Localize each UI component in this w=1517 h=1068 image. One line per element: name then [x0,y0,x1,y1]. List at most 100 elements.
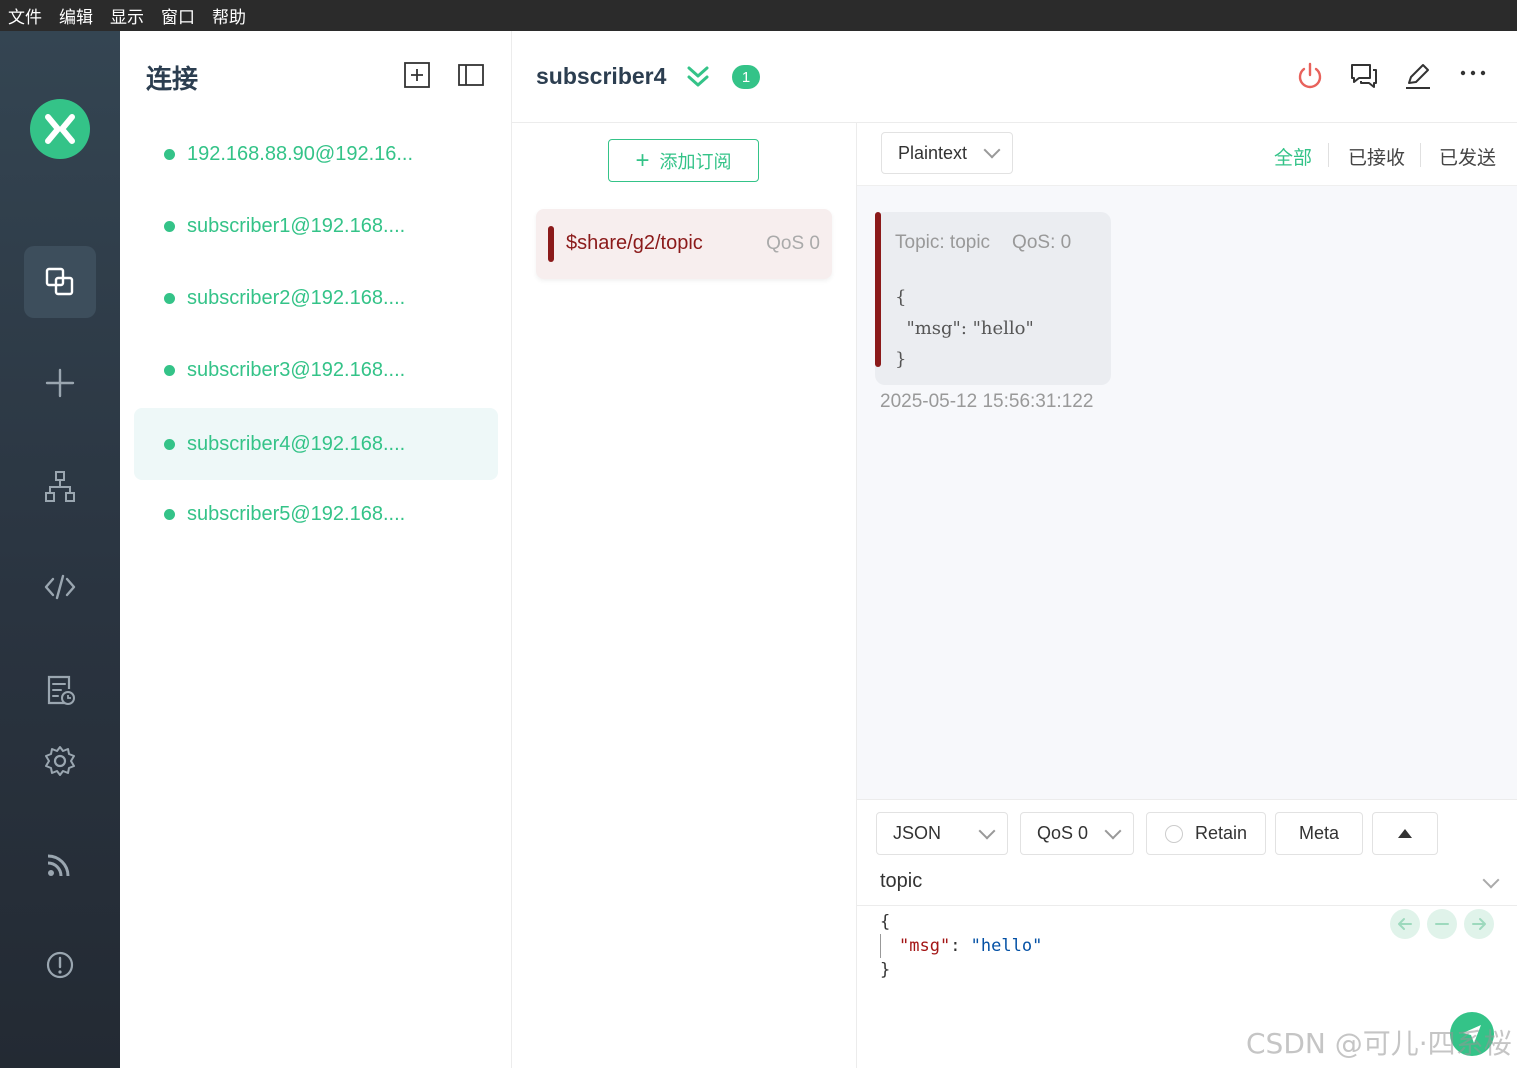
payload-line: { [880,910,1042,934]
history-next-button[interactable] [1464,909,1494,939]
message-toolbar: Plaintext 全部 已接收 已发送 [857,123,1517,186]
expand-button[interactable] [1372,812,1438,855]
retain-label: Retain [1194,823,1248,843]
disconnect-icon[interactable] [1295,61,1325,91]
new-folder-icon[interactable] [403,61,431,89]
arrow-left-icon [1398,918,1412,930]
status-dot [164,148,175,160]
toggle-panel-icon[interactable] [457,61,485,89]
connection-item[interactable]: subscriber1@192.168.... [134,190,498,262]
chevron-down-icon [978,822,996,839]
connection-name: subscriber4@192.168.... [187,432,406,455]
publish-qos-select[interactable]: QoS 0 [1020,812,1134,855]
subscriptions-panel: + 添加订阅 $share/g2/topic QoS 0 [512,123,857,1068]
connection-name: subscriber2@192.168.... [187,286,406,309]
chevron-down-icon [983,141,1001,159]
connections-title: 连接 [146,65,199,95]
connection-header: subscriber4 1 [512,31,1517,123]
message-meta: Topic: topic QoS: 0 [895,232,1071,254]
payload-brace: { [880,912,891,932]
menu-window[interactable]: 窗口 [161,3,195,28]
new-connection-icon[interactable] [24,347,96,419]
message-topic: Topic: topic [895,232,991,253]
connection-item[interactable]: 192.168.88.90@192.16... [134,118,498,190]
meta-button[interactable]: Meta [1275,812,1363,855]
connection-name: 192.168.88.90@192.16... [187,142,414,165]
arrow-right-icon [1472,918,1486,930]
chevron-down-icon[interactable] [1482,871,1500,889]
payload-colon: : [950,936,971,956]
edit-icon[interactable] [1403,61,1433,91]
retain-toggle[interactable]: Retain [1146,812,1266,855]
subscription-qos: QoS 0 [766,233,820,254]
meta-label: Meta [1298,823,1340,843]
retain-radio [1164,824,1183,843]
publish-topic-input[interactable]: topic [880,870,922,893]
connections-panel: 连接 192.168.88.90@192.16... subscriber1@1… [120,31,512,1068]
status-dot [164,364,175,376]
publish-format-value: JSON [893,823,942,843]
connection-item[interactable]: subscriber3@192.168.... [134,334,498,406]
connections-icon[interactable] [24,246,96,318]
connection-name: subscriber5@192.168.... [187,502,406,525]
history-prev-button[interactable] [1390,909,1420,939]
subscription-item[interactable]: $share/g2/topic QoS 0 [536,209,832,279]
payload-line: } [880,958,1042,982]
message-count-badge: 1 [732,65,760,89]
payload-format-value: Plaintext [898,142,968,163]
payload-line: "msg": "hello" [880,934,1042,958]
connection-item-active[interactable]: subscriber4@192.168.... [134,408,498,480]
payload-editor[interactable]: { "msg": "hello" } [880,910,1042,982]
filter-all[interactable]: 全部 [1274,143,1312,170]
menu-view[interactable]: 显示 [110,3,144,28]
minus-icon [1435,923,1449,925]
publish-qos-value: QoS 0 [1037,823,1089,843]
status-dot [164,220,175,232]
connection-item[interactable]: subscriber2@192.168.... [134,262,498,334]
message-bubble[interactable]: Topic: topic QoS: 0 { "msg": "hello" } [875,212,1111,385]
topology-icon[interactable] [24,450,96,522]
menu-help[interactable]: 帮助 [212,3,246,28]
filter-separator [1328,143,1329,167]
collapse-chevron-icon[interactable] [686,64,710,90]
filter-sent[interactable]: 已发送 [1439,143,1496,170]
indent-guide [880,934,881,958]
connection-item[interactable]: subscriber5@192.168.... [134,478,498,550]
message-color-bar [875,212,881,367]
about-icon[interactable] [24,929,96,1001]
payload-brace: } [880,960,891,980]
menu-edit[interactable]: 编辑 [59,3,93,28]
message-qos: QoS: 0 [1012,232,1072,253]
menubar: 文件 编辑 显示 窗口 帮助 [0,0,1517,31]
payload-format-select[interactable]: Plaintext [881,132,1013,174]
new-window-icon[interactable] [1349,61,1379,91]
message-time: 2025-05-12 15:56:31:122 [880,391,1094,412]
chevron-down-icon [1104,822,1122,839]
message-list: Topic: topic QoS: 0 { "msg": "hello" } 20… [857,186,1517,799]
log-icon[interactable] [24,654,96,726]
subscription-color-bar [548,226,554,262]
status-dot [164,438,175,450]
settings-icon[interactable] [24,725,96,797]
feed-icon[interactable] [24,828,96,900]
subscription-topic: $share/g2/topic [566,232,703,254]
publish-format-select[interactable]: JSON [876,812,1008,855]
filter-received[interactable]: 已接收 [1348,143,1405,170]
sidebar-rail [0,31,120,1068]
history-clear-button[interactable] [1427,909,1457,939]
status-dot [164,292,175,304]
connection-title: subscriber4 [536,63,667,89]
script-icon[interactable] [24,551,96,623]
plus-icon: + [635,146,650,174]
filter-separator [1420,143,1421,167]
menu-file[interactable]: 文件 [8,3,42,28]
connection-name: subscriber1@192.168.... [187,214,406,237]
divider [857,905,1517,906]
add-subscription-button[interactable]: + 添加订阅 [608,139,759,182]
watermark: CSDN @可儿·四系桜 [1246,1027,1512,1060]
more-icon[interactable] [1458,61,1488,91]
message-payload: { "msg": "hello" } [895,287,1034,370]
payload-key: "msg" [899,936,951,956]
logo-icon [30,99,90,159]
connection-name: subscriber3@192.168.... [187,358,406,381]
